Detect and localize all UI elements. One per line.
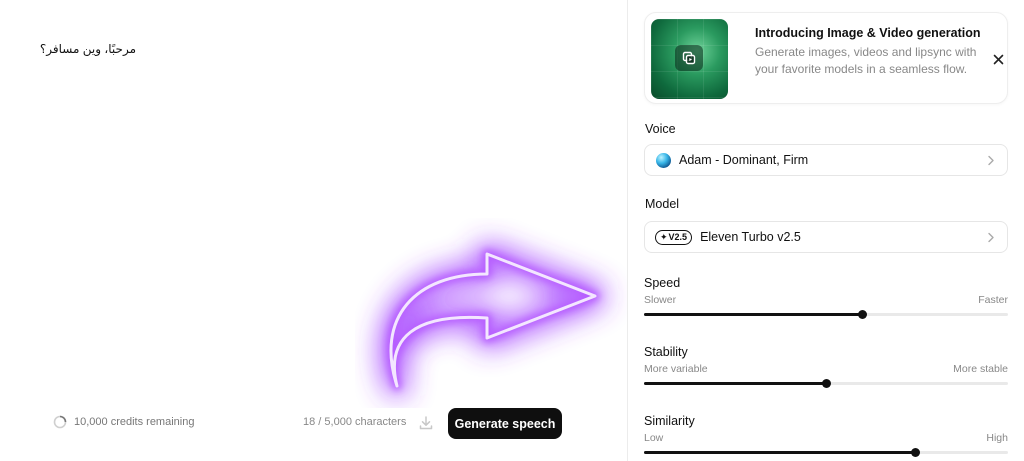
chevron-right-icon [988,232,994,243]
sparkle-icon: ✦ [660,231,668,242]
promo-card[interactable]: Introducing Image & Video generation Gen… [644,12,1008,104]
download-icon [419,416,433,430]
chevron-right-icon [988,155,994,166]
close-icon [993,54,1003,64]
credits-indicator: 10,000 credits remaining [53,415,194,429]
voice-select[interactable]: Adam - Dominant, Firm [644,144,1008,176]
model-select[interactable]: ✦ V2.5 Eleven Turbo v2.5 [644,221,1008,253]
stability-slider[interactable] [644,379,1008,388]
editor-text[interactable]: مرحبًا، وين مسافر؟ [40,42,136,56]
neon-arrow-icon [355,218,635,408]
character-count: 18 / 5,000 characters [303,416,407,428]
model-version-badge: ✦ V2.5 [655,229,693,245]
speed-slider-block: Speed Slower Faster [644,276,1008,319]
similarity-min-label: Low [644,432,664,444]
download-button[interactable] [411,408,441,438]
stability-min-label: More variable [644,363,708,375]
model-label: Model [645,197,680,211]
stability-slider-block: Stability More variable More stable [644,345,1008,388]
model-selected: Eleven Turbo v2.5 [700,230,801,244]
similarity-slider-thumb[interactable] [910,448,920,457]
gallery-icon [682,51,696,65]
settings-panel: Introducing Image & Video generation Gen… [627,0,1024,461]
editor-footer: 10,000 credits remaining 18 / 5,000 char… [0,402,627,444]
promo-thumbnail [651,19,728,99]
similarity-max-label: High [986,432,1008,444]
speed-max-label: Faster [978,294,1008,306]
similarity-slider-block: Similarity Low High [644,414,1008,457]
generate-speech-button[interactable]: Generate speech [448,408,562,439]
speed-title: Speed [644,276,681,290]
similarity-title: Similarity [644,414,695,428]
promo-title: Introducing Image & Video generation [755,26,981,40]
loading-circle-icon [53,415,67,429]
stability-max-label: More stable [953,363,1008,375]
speed-slider-thumb[interactable] [857,310,867,319]
stability-title: Stability [644,345,688,359]
promo-description: Generate images, videos and lipsync with… [755,45,977,76]
voice-selected: Adam - Dominant, Firm [679,153,809,167]
close-promo-button[interactable] [989,50,1007,68]
stability-slider-thumb[interactable] [821,379,831,388]
voice-avatar [656,152,671,168]
text-editor[interactable]: مرحبًا، وين مسافر؟ 10,000 credits remain… [0,0,627,461]
similarity-slider[interactable] [644,448,1008,457]
credits-text: 10,000 credits remaining [74,416,195,428]
voice-label: Voice [645,122,676,136]
speed-min-label: Slower [644,294,677,306]
speed-slider[interactable] [644,310,1008,319]
